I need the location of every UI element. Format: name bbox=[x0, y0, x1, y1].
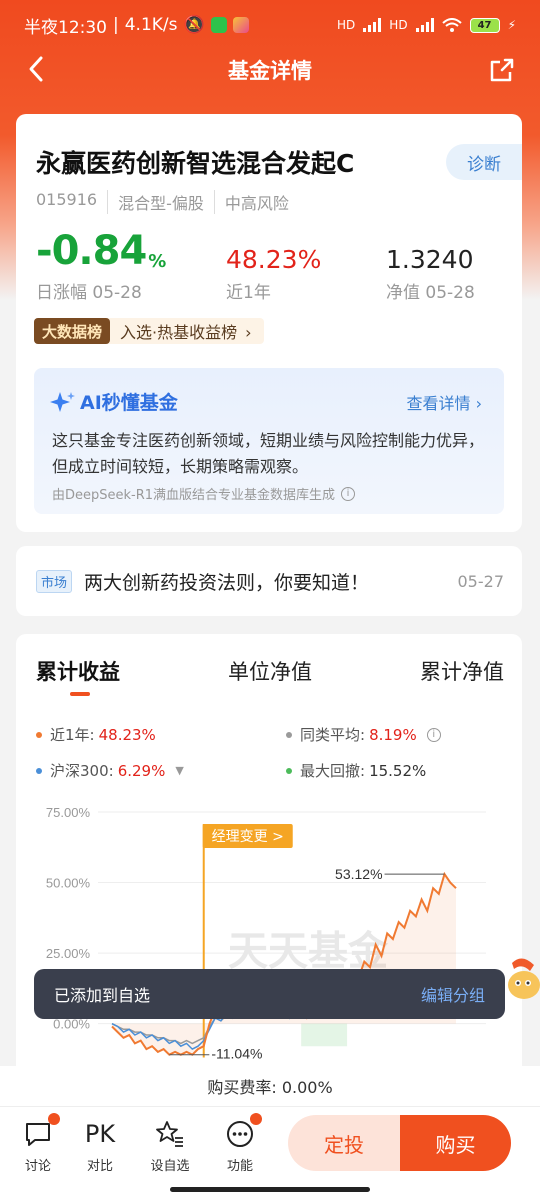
status-bar: 半夜12:30 | 4.1K/s 🔕 HD HD 47 ⚡ bbox=[0, 0, 540, 50]
page-title: 基金详情 bbox=[228, 59, 312, 83]
fund-type: 混合型-偏股 bbox=[107, 190, 214, 214]
mascot-icon[interactable] bbox=[504, 955, 540, 1005]
tab-cumulative-nav[interactable]: 累计净值 bbox=[420, 656, 504, 686]
y-tick-label: 75.00% bbox=[46, 805, 91, 820]
ai-view-details-link[interactable]: 查看详情 › bbox=[407, 390, 483, 414]
tab-unit-nav[interactable]: 单位净值 bbox=[228, 656, 312, 686]
toast-notification: 已添加到自选 编辑分组 bbox=[34, 969, 505, 1019]
diagnose-button[interactable]: 诊断 bbox=[446, 144, 522, 180]
nav-bar: 基金详情 bbox=[0, 50, 540, 90]
legend-average: 同类平均: 8.19% i bbox=[286, 724, 441, 745]
buy-button[interactable]: 购买 bbox=[400, 1115, 511, 1171]
dropdown-icon: ▼ bbox=[175, 764, 184, 777]
share-icon[interactable] bbox=[488, 56, 516, 88]
chart-tabs: 累计收益 单位净值 累计净值 bbox=[36, 656, 504, 686]
fund-info-card: 永赢医药创新智选混合发起C 诊断 015916 混合型-偏股 中高风险 -0.8… bbox=[16, 114, 522, 532]
rank-text: 入选·热基收益榜 › bbox=[120, 323, 252, 342]
ai-title: AI秒懂基金 bbox=[50, 388, 178, 415]
fund-risk: 中高风险 bbox=[213, 190, 299, 214]
big-data-rank-badge: 大数据榜 bbox=[34, 318, 111, 344]
tab-cumulative-return[interactable]: 累计收益 bbox=[36, 656, 120, 686]
auto-invest-button[interactable]: 定投 bbox=[288, 1115, 400, 1171]
more-icon bbox=[226, 1113, 262, 1151]
function-button[interactable]: 功能 bbox=[215, 1113, 265, 1174]
fund-code: 015916 bbox=[36, 190, 98, 209]
news-title: 两大创新药投资法则，你要知道！ bbox=[84, 571, 370, 594]
year-return-value: 48.23% bbox=[226, 245, 322, 274]
legend-drawdown: 最大回撤: 15.52% bbox=[286, 760, 426, 781]
compare-button[interactable]: PK 对比 bbox=[75, 1117, 125, 1174]
y-tick-label: 25.00% bbox=[46, 946, 91, 961]
daily-change-label: 日涨幅 05-28 bbox=[36, 283, 142, 303]
nav-stat: 1.3240 净值 05-28 bbox=[386, 234, 475, 303]
nav-label: 净值 05-28 bbox=[386, 283, 475, 303]
fund-name: 永赢医药创新智选混合发起C bbox=[36, 149, 355, 178]
ai-summary-box: AI秒懂基金 查看详情 › 这只基金专注医药创新领域，短期业绩与风险控制能力优异… bbox=[34, 368, 504, 514]
max-annotation: 53.12% bbox=[335, 866, 382, 882]
news-card[interactable]: 市场 两大创新药投资法则，你要知道！ 05-27 bbox=[16, 546, 522, 616]
pk-icon: PK bbox=[84, 1120, 116, 1148]
ai-summary-text: 这只基金专注医药创新领域，短期业绩与风险控制能力优异，但成立时间较短，长期策略需… bbox=[52, 431, 485, 476]
news-date: 05-27 bbox=[457, 571, 505, 591]
y-tick-label: 50.00% bbox=[46, 876, 91, 891]
year-return-stat: 48.23% 近1年 bbox=[226, 234, 321, 303]
add-watchlist-button[interactable]: 设自选 bbox=[145, 1117, 195, 1174]
daily-change-value: -0.84 bbox=[36, 228, 147, 274]
min-annotation: -11.04% bbox=[211, 1046, 262, 1062]
manager-change-label: 经理变更 > bbox=[212, 829, 284, 845]
legend-index[interactable]: 沪深300: 6.29% ▼ bbox=[36, 760, 184, 781]
home-indicator bbox=[170, 1187, 370, 1192]
mute-icon: 🔕 bbox=[183, 15, 205, 35]
discuss-button[interactable]: 讨论 bbox=[13, 1113, 63, 1174]
chat-icon bbox=[24, 1113, 60, 1151]
wifi-icon bbox=[441, 17, 462, 32]
ranking-banner[interactable]: 大数据榜 入选·热基收益榜 › bbox=[34, 318, 264, 344]
status-time: 半夜12:30 bbox=[24, 17, 107, 38]
year-return-label: 近1年 bbox=[226, 283, 271, 303]
sparkle-icon bbox=[50, 391, 75, 412]
tab-indicator bbox=[70, 692, 90, 696]
wechat-icon bbox=[210, 17, 227, 33]
info-icon[interactable]: i bbox=[426, 727, 441, 742]
signal-icon bbox=[363, 18, 382, 32]
news-tag: 市场 bbox=[36, 569, 73, 593]
hd-label-2: HD bbox=[389, 18, 408, 32]
bottom-action-bar: 讨论 PK 对比 设自选 功能 定投 购买 bbox=[0, 1106, 540, 1200]
toast-message: 已添加到自选 bbox=[54, 986, 151, 1005]
star-list-icon bbox=[155, 1117, 185, 1151]
gallery-icon bbox=[232, 17, 249, 33]
fund-meta: 015916 混合型-偏股 中高风险 bbox=[36, 190, 299, 214]
charging-icon: ⚡ bbox=[507, 18, 516, 32]
purchase-fee: 购买费率: 0.00% bbox=[0, 1066, 540, 1106]
nav-value: 1.3240 bbox=[386, 245, 474, 274]
daily-change-unit: % bbox=[148, 251, 167, 272]
legend-fund: 近1年: 48.23% bbox=[36, 724, 156, 745]
return-line-chart[interactable]: 75.00%50.00%25.00%0.00%天天基金经理变更 >53.12%-… bbox=[16, 804, 522, 1074]
network-speed: 4.1K/s bbox=[124, 15, 178, 35]
edit-group-link[interactable]: 编辑分组 bbox=[421, 982, 485, 1006]
battery-icon: 47 bbox=[469, 17, 500, 33]
hd-label: HD bbox=[337, 18, 356, 32]
drawdown-band bbox=[301, 1023, 348, 1047]
signal-icon-2 bbox=[415, 18, 434, 32]
info-icon[interactable]: i bbox=[341, 486, 356, 501]
chevron-right-icon: › bbox=[245, 323, 252, 342]
performance-chart-card: 累计收益 单位净值 累计净值 近1年: 48.23% 同类平均: 8.19% i 沪… bbox=[16, 634, 522, 1094]
back-icon[interactable] bbox=[26, 54, 46, 90]
ai-source-note: 由DeepSeek-R1满血版结合专业基金数据库生成 i bbox=[52, 484, 356, 503]
daily-change-stat: -0.84 % 日涨幅 05-28 bbox=[36, 228, 167, 303]
